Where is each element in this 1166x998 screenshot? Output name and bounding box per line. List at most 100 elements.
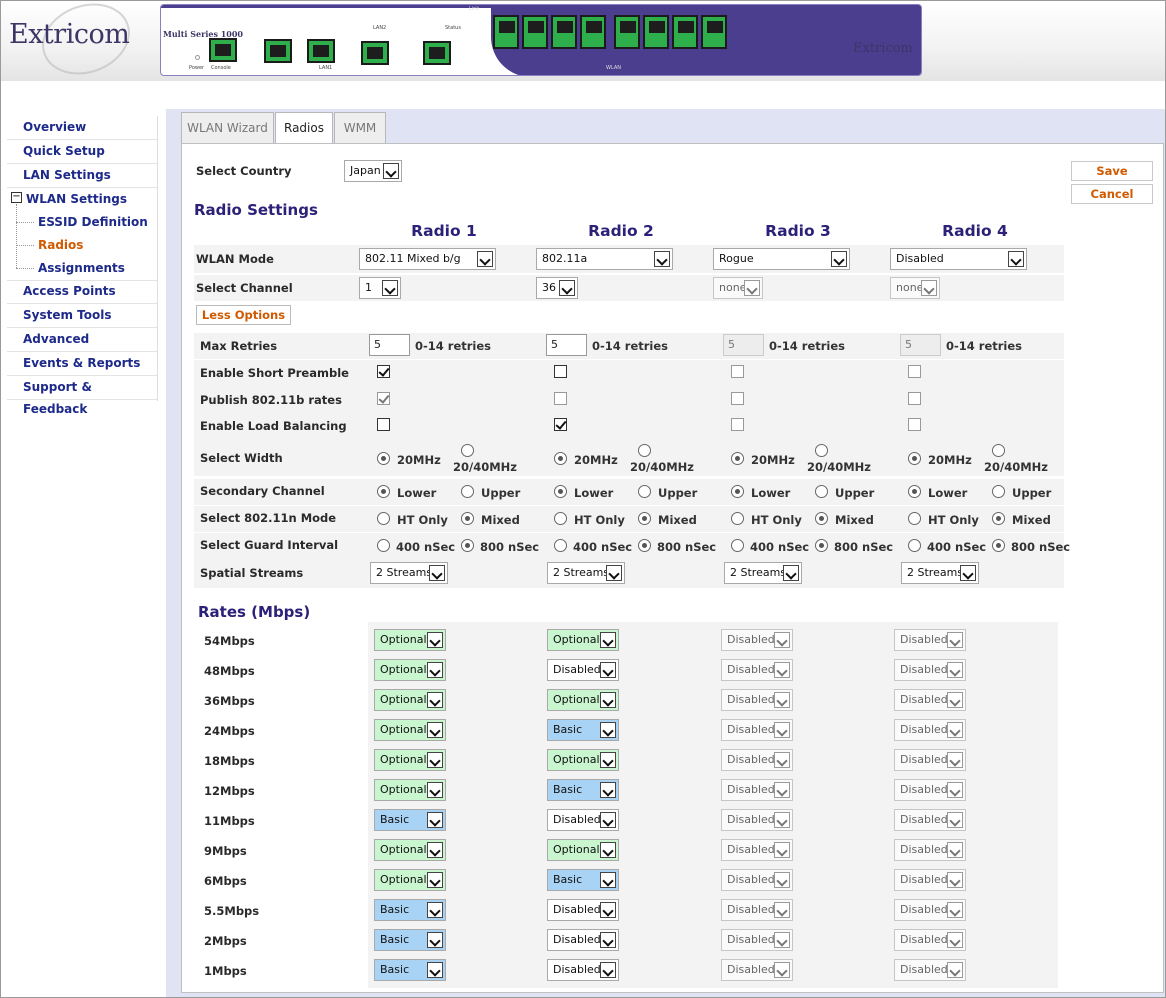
rate-select-1[interactable]: Optional: [374, 689, 446, 711]
ht-only-radio-3[interactable]: [731, 512, 744, 525]
tab-radios[interactable]: Radios: [275, 112, 333, 145]
wlan-mode-select-3[interactable]: Rogue: [713, 248, 850, 270]
rate-select-4[interactable]: Disabled: [894, 929, 966, 951]
tab-wmm[interactable]: WMM: [334, 112, 386, 144]
rate-select-2[interactable]: Basic: [547, 869, 619, 891]
rate-select-2[interactable]: Basic: [547, 719, 619, 741]
rate-select-1[interactable]: Basic: [374, 959, 446, 981]
rate-select-2[interactable]: Disabled: [547, 809, 619, 831]
ht-only-radio-1[interactable]: [377, 512, 390, 525]
rate-select-4[interactable]: Disabled: [894, 869, 966, 891]
mixed-radio-4[interactable]: [992, 512, 1005, 525]
spatial-streams-select-2[interactable]: 2 Streams: [547, 562, 625, 584]
load-balancing-checkbox-1[interactable]: [377, 418, 390, 431]
rate-select-1[interactable]: Optional: [374, 869, 446, 891]
publish-rates-checkbox-1[interactable]: [377, 392, 390, 405]
max-retries-input-1[interactable]: 5: [369, 334, 410, 356]
rate-select-3[interactable]: Disabled: [721, 929, 793, 951]
sidebar-item-radios[interactable]: Radios: [7, 234, 158, 258]
spatial-streams-select-1[interactable]: 2 Streams: [370, 562, 448, 584]
secondary-lower-radio-4[interactable]: [908, 485, 921, 498]
load-balancing-checkbox-4[interactable]: [908, 418, 921, 431]
short-preamble-checkbox-2[interactable]: [554, 365, 567, 378]
wlan-mode-select-1[interactable]: 802.11 Mixed b/g: [359, 248, 496, 270]
short-preamble-checkbox-3[interactable]: [731, 365, 744, 378]
rate-select-3[interactable]: Disabled: [721, 659, 793, 681]
secondary-upper-radio-1[interactable]: [461, 485, 474, 498]
cancel-button[interactable]: Cancel: [1071, 184, 1153, 204]
rate-select-3[interactable]: Disabled: [721, 749, 793, 771]
spatial-streams-select-3[interactable]: 2 Streams: [724, 562, 802, 584]
wlan-mode-select-2[interactable]: 802.11a: [536, 248, 673, 270]
rate-select-4[interactable]: Disabled: [894, 689, 966, 711]
rate-select-3[interactable]: Disabled: [721, 719, 793, 741]
sidebar-item-overview[interactable]: Overview: [7, 116, 158, 140]
rate-select-3[interactable]: Disabled: [721, 779, 793, 801]
rate-select-4[interactable]: Disabled: [894, 809, 966, 831]
rate-select-3[interactable]: Disabled: [721, 689, 793, 711]
ht-only-radio-2[interactable]: [554, 512, 567, 525]
load-balancing-checkbox-3[interactable]: [731, 418, 744, 431]
secondary-lower-radio-2[interactable]: [554, 485, 567, 498]
mixed-radio-3[interactable]: [815, 512, 828, 525]
less-options-button[interactable]: Less Options: [196, 305, 291, 325]
save-button[interactable]: Save: [1071, 161, 1153, 181]
rate-select-1[interactable]: Optional: [374, 629, 446, 651]
rate-select-3[interactable]: Disabled: [721, 839, 793, 861]
rate-select-2[interactable]: Disabled: [547, 929, 619, 951]
width-20mhz-radio-4[interactable]: [908, 452, 921, 465]
sidebar-item-essid-definition[interactable]: ESSID Definition: [7, 211, 158, 235]
guard-400-radio-3[interactable]: [731, 539, 744, 552]
rate-select-3[interactable]: Disabled: [721, 869, 793, 891]
mixed-radio-2[interactable]: [638, 512, 651, 525]
tab-wlan-wizard[interactable]: WLAN Wizard: [181, 112, 274, 144]
rate-select-4[interactable]: Disabled: [894, 899, 966, 921]
rate-select-2[interactable]: Optional: [547, 839, 619, 861]
rate-select-2[interactable]: Disabled: [547, 959, 619, 981]
rate-select-1[interactable]: Basic: [374, 899, 446, 921]
rate-select-4[interactable]: Disabled: [894, 779, 966, 801]
short-preamble-checkbox-1[interactable]: [377, 365, 390, 378]
mixed-radio-1[interactable]: [461, 512, 474, 525]
load-balancing-checkbox-2[interactable]: [554, 418, 567, 431]
secondary-upper-radio-4[interactable]: [992, 485, 1005, 498]
width-20mhz-radio-2[interactable]: [554, 452, 567, 465]
rate-select-1[interactable]: Optional: [374, 839, 446, 861]
width-20mhz-radio-1[interactable]: [377, 452, 390, 465]
rate-select-2[interactable]: Optional: [547, 749, 619, 771]
sidebar-item-support-feedback[interactable]: Support & Feedback: [7, 376, 158, 416]
rate-select-2[interactable]: Optional: [547, 629, 619, 651]
guard-400-radio-2[interactable]: [554, 539, 567, 552]
rate-select-1[interactable]: Basic: [374, 809, 446, 831]
channel-select-2[interactable]: 36: [536, 277, 578, 299]
channel-select-4[interactable]: none: [890, 277, 940, 299]
width-2040mhz-radio-3[interactable]: [815, 444, 828, 457]
rate-select-2[interactable]: Optional: [547, 689, 619, 711]
rate-select-4[interactable]: Disabled: [894, 959, 966, 981]
secondary-lower-radio-3[interactable]: [731, 485, 744, 498]
guard-800-radio-4[interactable]: [992, 539, 1005, 552]
channel-select-3[interactable]: none: [713, 277, 763, 299]
sidebar-item-assignments[interactable]: Assignments: [7, 257, 158, 281]
rate-select-1[interactable]: Optional: [374, 719, 446, 741]
rate-select-2[interactable]: Disabled: [547, 899, 619, 921]
guard-800-radio-3[interactable]: [815, 539, 828, 552]
rate-select-1[interactable]: Optional: [374, 779, 446, 801]
sidebar-item-quick-setup[interactable]: Quick Setup: [7, 140, 158, 164]
sidebar-item-access-points[interactable]: Access Points: [7, 280, 158, 304]
secondary-lower-radio-1[interactable]: [377, 485, 390, 498]
rate-select-2[interactable]: Basic: [547, 779, 619, 801]
secondary-upper-radio-2[interactable]: [638, 485, 651, 498]
max-retries-input-3[interactable]: 5: [723, 334, 764, 356]
width-20mhz-radio-3[interactable]: [731, 452, 744, 465]
short-preamble-checkbox-4[interactable]: [908, 365, 921, 378]
guard-400-radio-1[interactable]: [377, 539, 390, 552]
wlan-mode-select-4[interactable]: Disabled: [890, 248, 1027, 270]
secondary-upper-radio-3[interactable]: [815, 485, 828, 498]
guard-400-radio-4[interactable]: [908, 539, 921, 552]
rate-select-1[interactable]: Optional: [374, 659, 446, 681]
country-select[interactable]: Japan: [344, 160, 402, 182]
max-retries-input-2[interactable]: 5: [546, 334, 587, 356]
width-2040mhz-radio-4[interactable]: [992, 444, 1005, 457]
rate-select-3[interactable]: Disabled: [721, 959, 793, 981]
